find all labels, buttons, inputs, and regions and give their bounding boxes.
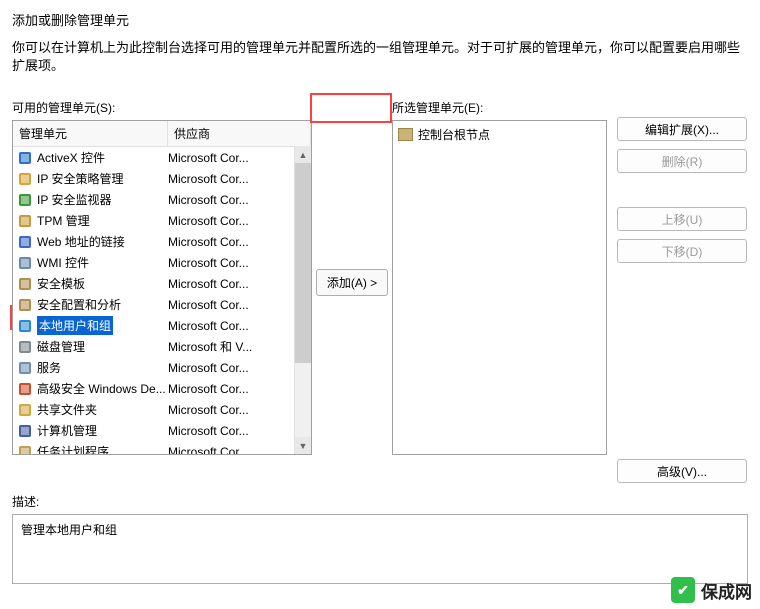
snapin-vendor: Microsoft 和 V... [168, 338, 311, 355]
scroll-up-icon[interactable]: ▲ [295, 146, 311, 163]
ipsec-monitor-icon [17, 192, 33, 208]
snapin-name: 任务计划程序 [37, 443, 109, 455]
snapin-row[interactable]: TPM 管理 Microsoft Cor... [13, 210, 311, 231]
snapin-row[interactable]: 安全配置和分析 Microsoft Cor... [13, 294, 311, 315]
services-icon [17, 360, 33, 376]
snapin-row[interactable]: IP 安全策略管理 Microsoft Cor... [13, 168, 311, 189]
console-root-node[interactable]: 控制台根节点 [398, 124, 601, 144]
snapin-name: 计算机管理 [37, 422, 97, 439]
snapin-vendor: Microsoft Cor... [168, 277, 311, 291]
task-sched-icon [17, 444, 33, 456]
dialog-intro: 你可以在计算机上为此控制台选择可用的管理单元并配置所选的一组管理单元。对于可扩展… [12, 39, 748, 75]
snapin-vendor: Microsoft Cor... [168, 319, 311, 333]
move-up-button[interactable]: 上移(U) [617, 207, 747, 231]
snapin-name: 安全模板 [37, 275, 85, 292]
scroll-thumb[interactable] [295, 163, 311, 363]
add-button[interactable]: 添加(A) > [316, 269, 388, 296]
snapin-vendor: Microsoft Cor... [168, 235, 311, 249]
snapin-vendor: Microsoft Cor... [168, 214, 311, 228]
snapin-name: TPM 管理 [37, 212, 90, 229]
snapin-row[interactable]: 共享文件夹 Microsoft Cor... [13, 399, 311, 420]
folder-icon [398, 128, 413, 141]
snapin-vendor: Microsoft Cor... [168, 256, 311, 270]
snapin-vendor: Microsoft Cor... [168, 445, 311, 456]
description-text: 管理本地用户和组 [12, 514, 748, 584]
tpm-icon [17, 213, 33, 229]
snapin-name: ActiveX 控件 [37, 149, 105, 166]
snapin-vendor: Microsoft Cor... [168, 361, 311, 375]
snapin-vendor: Microsoft Cor... [168, 172, 311, 186]
shared-icon [17, 402, 33, 418]
sec-config-icon [17, 297, 33, 313]
watermark-text: 保成网 [701, 578, 752, 603]
snapin-row[interactable]: 磁盘管理 Microsoft 和 V... [13, 336, 311, 357]
snapin-name: 磁盘管理 [37, 338, 85, 355]
snapin-vendor: Microsoft Cor... [168, 298, 311, 312]
snapin-name: 高级安全 Windows De... [37, 380, 166, 397]
activex-icon [17, 150, 33, 166]
snapin-name: 安全配置和分析 [37, 296, 121, 313]
watermark: ✔ 保成网 [671, 577, 752, 603]
snapin-name: 服务 [37, 359, 61, 376]
snapin-vendor: Microsoft Cor... [168, 424, 311, 438]
col-header-vendor[interactable]: 供应商 [168, 121, 311, 146]
snapin-name: 本地用户和组 [37, 316, 113, 335]
description-label: 描述: [12, 493, 748, 510]
advanced-button[interactable]: 高级(V)... [617, 459, 747, 483]
snapin-row[interactable]: WMI 控件 Microsoft Cor... [13, 252, 311, 273]
edit-extensions-button[interactable]: 编辑扩展(X)... [617, 117, 747, 141]
snapin-vendor: Microsoft Cor... [168, 403, 311, 417]
sec-template-icon [17, 276, 33, 292]
selected-label: 所选管理单元(E): [392, 99, 607, 116]
snapin-vendor: Microsoft Cor... [168, 151, 311, 165]
snapin-name: WMI 控件 [37, 254, 89, 271]
snapin-name: IP 安全策略管理 [37, 170, 123, 187]
move-down-button[interactable]: 下移(D) [617, 239, 747, 263]
highlight-add-button [310, 93, 392, 123]
snapin-row[interactable]: 本地用户和组 Microsoft Cor... [13, 315, 311, 336]
snapin-name: Web 地址的链接 [37, 233, 125, 250]
firewall-icon [17, 381, 33, 397]
scroll-down-icon[interactable]: ▼ [295, 437, 311, 454]
web-link-icon [17, 234, 33, 250]
remove-button[interactable]: 删除(R) [617, 149, 747, 173]
local-users-icon [17, 318, 33, 334]
computer-mgmt-icon [17, 423, 33, 439]
shield-icon: ✔ [671, 577, 695, 603]
disk-icon [17, 339, 33, 355]
wmi-icon [17, 255, 33, 271]
snapin-row[interactable]: IP 安全监视器 Microsoft Cor... [13, 189, 311, 210]
available-header: 管理单元 供应商 [13, 121, 311, 147]
console-root-label: 控制台根节点 [418, 126, 490, 143]
snapin-row[interactable]: 服务 Microsoft Cor... [13, 357, 311, 378]
col-header-snapin[interactable]: 管理单元 [13, 121, 168, 146]
available-listbox[interactable]: 管理单元 供应商 ActiveX 控件Microsoft Cor...IP 安全… [12, 120, 312, 455]
ipsec-policy-icon [17, 171, 33, 187]
snapin-name: 共享文件夹 [37, 401, 97, 418]
snapin-row[interactable]: ActiveX 控件 Microsoft Cor... [13, 147, 311, 168]
selected-listbox[interactable]: 控制台根节点 [392, 120, 607, 455]
dialog-root: 添加或删除管理单元 你可以在计算机上为此控制台选择可用的管理单元并配置所选的一组… [12, 10, 748, 584]
available-label: 可用的管理单元(S): [12, 99, 312, 116]
snapin-vendor: Microsoft Cor... [168, 193, 311, 207]
snapin-row[interactable]: 任务计划程序 Microsoft Cor... [13, 441, 311, 455]
snapin-row[interactable]: 高级安全 Windows De...Microsoft Cor... [13, 378, 311, 399]
snapin-row[interactable]: Web 地址的链接 Microsoft Cor... [13, 231, 311, 252]
snapin-vendor: Microsoft Cor... [168, 382, 311, 396]
dialog-title: 添加或删除管理单元 [12, 10, 748, 29]
snapin-row[interactable]: 安全模板 Microsoft Cor... [13, 273, 311, 294]
snapin-row[interactable]: 计算机管理 Microsoft Cor... [13, 420, 311, 441]
scrollbar[interactable]: ▲ ▼ [294, 146, 311, 454]
snapin-name: IP 安全监视器 [37, 191, 111, 208]
